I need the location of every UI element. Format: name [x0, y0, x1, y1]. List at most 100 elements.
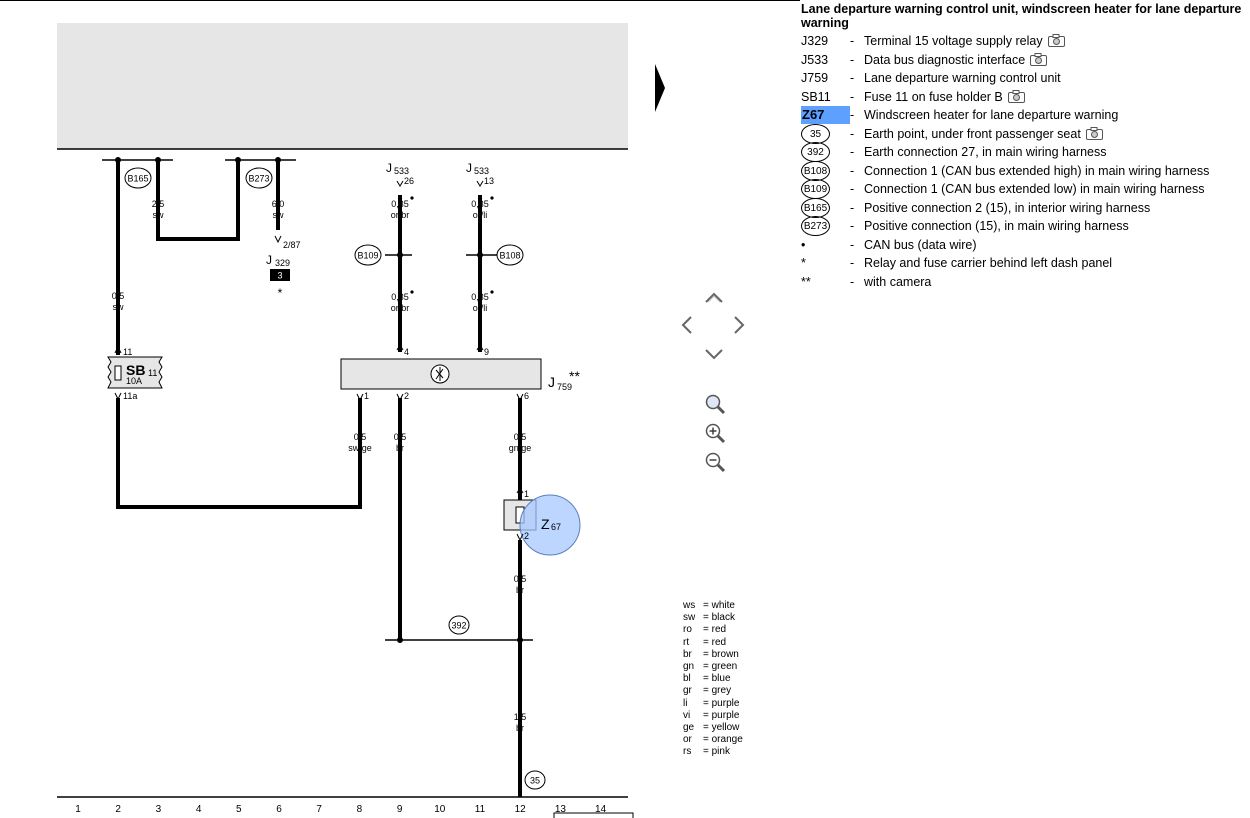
- legend-item[interactable]: J533 - Data bus diagnostic interface: [801, 51, 1246, 70]
- legend-code: •: [801, 237, 806, 252]
- color-key-item: br = brown: [683, 649, 753, 661]
- camera-icon[interactable]: [1030, 52, 1048, 71]
- legend-item[interactable]: B165 - Positive connection 2 (15), in inte…: [801, 197, 1246, 218]
- legend-item[interactable]: • - CAN bus (data wire): [801, 236, 1246, 255]
- legend-code: *: [801, 256, 806, 270]
- grid-number: 4: [196, 804, 202, 815]
- legend-item[interactable]: B109 - Connection 1 (CAN bus extended low)…: [801, 179, 1246, 199]
- pin-arrow: [516, 393, 524, 402]
- legend-description: Positive connection 2 (15), in interior …: [864, 199, 1150, 217]
- legend-separator: -: [850, 163, 855, 178]
- color-name: = red: [703, 636, 727, 648]
- color-abbr: rt: [683, 636, 690, 648]
- color-abbr: li: [683, 697, 688, 709]
- grid-number: 6: [276, 804, 282, 815]
- component-j329[interactable]: J 329: [266, 253, 290, 268]
- legend-code: J329: [801, 34, 829, 48]
- pin-label: 26: [404, 176, 414, 186]
- connector-b273[interactable]: B273: [245, 167, 273, 189]
- legend-separator: -: [850, 219, 855, 233]
- legend-item[interactable]: SB11 - Fuse 11 on fuse holder B: [801, 88, 1246, 107]
- legend-code: Z67: [801, 106, 850, 124]
- camera-icon[interactable]: [1007, 89, 1025, 108]
- svg-text:533: 533: [394, 166, 409, 176]
- color-name: = yellow: [703, 721, 740, 733]
- color-abbr: br: [683, 648, 692, 660]
- svg-text:10A: 10A: [126, 376, 142, 386]
- legend-description: Earth connection 27, in main wiring harn…: [864, 143, 1107, 161]
- next-page-arrow[interactable]: [655, 64, 665, 112]
- legend-code: B109: [801, 179, 830, 199]
- connector-b108[interactable]: B108: [496, 244, 524, 266]
- chevron-right-icon[interactable]: [732, 315, 746, 335]
- connector-b165[interactable]: B165: [124, 167, 152, 189]
- legend-separator: -: [850, 71, 855, 85]
- zoom-out-icon[interactable]: [704, 451, 726, 473]
- svg-text:392: 392: [451, 621, 466, 631]
- grid-number: 12: [515, 804, 527, 815]
- legend-code: B165: [801, 197, 830, 218]
- color-key-item: or = orange: [683, 734, 753, 746]
- pin-label: 2: [404, 391, 409, 401]
- legend-description-text: Connection 1 (CAN bus extended low) in m…: [864, 182, 1205, 196]
- zoom-fit-icon[interactable]: [704, 393, 726, 415]
- color-name: = red: [703, 624, 727, 636]
- svg-text:or/br: or/br: [391, 303, 410, 313]
- camera-icon[interactable]: [1047, 34, 1065, 52]
- legend-item[interactable]: J329 - Terminal 15 voltage supply relay: [801, 32, 1246, 51]
- legend-description: Windscreen heater for lane departure war…: [864, 106, 1118, 124]
- component-j533-b[interactable]: J 533: [466, 161, 489, 176]
- legend-code: SB11: [801, 89, 831, 104]
- color-name: = black: [703, 612, 735, 624]
- color-key-item: rt = red: [683, 637, 753, 649]
- legend-item[interactable]: ** - with camera: [801, 273, 1246, 292]
- color-abbr: ro: [683, 624, 692, 636]
- legend-separator: -: [850, 274, 855, 289]
- legend-item[interactable]: B108 - Connection 1 (CAN bus extended high…: [801, 160, 1246, 181]
- component-j759[interactable]: J 759 **: [340, 358, 580, 392]
- svg-text:or/li: or/li: [473, 210, 488, 220]
- diagram-navigation: [676, 285, 756, 485]
- camera-icon[interactable]: [1085, 126, 1103, 145]
- zoom-in-icon[interactable]: [704, 422, 726, 444]
- svg-text:sw: sw: [273, 210, 285, 220]
- fuse-sb11[interactable]: SB 11 10A: [107, 356, 163, 389]
- color-name: = brown: [703, 648, 739, 660]
- pin-label: 11: [123, 347, 132, 357]
- earth-connection-392[interactable]: 392: [448, 615, 470, 635]
- j329-location-number: 3: [277, 271, 282, 281]
- legend-item[interactable]: 35 - Earth point, under front passenger se…: [801, 123, 1246, 145]
- pin-label: 6: [524, 391, 529, 401]
- color-key-item: vi = purple: [683, 710, 753, 722]
- chevron-up-icon[interactable]: [704, 291, 724, 305]
- color-key-item: gr = grey: [683, 685, 753, 697]
- legend-title: Lane departure warning control unit, win…: [801, 2, 1242, 30]
- legend-list: J329- Terminal 15 voltage supply relay J53…: [801, 32, 1246, 291]
- legend-item[interactable]: B273 - Positive connection (15), in main w…: [801, 216, 1246, 236]
- legend-item[interactable]: 392 - Earth connection 27, in main wiring …: [801, 142, 1246, 162]
- color-abbr: ge: [683, 721, 695, 733]
- svg-text:0,35: 0,35: [471, 292, 489, 302]
- pin-arrow: [274, 235, 282, 244]
- pin-arrow: [114, 392, 122, 401]
- legend-separator: -: [850, 126, 855, 141]
- legend-item[interactable]: * - Relay and fuse carrier behind left das…: [801, 254, 1246, 273]
- legend-item[interactable]: J759 - Lane departure warning control unit: [801, 69, 1246, 88]
- chevron-down-icon[interactable]: [704, 347, 724, 361]
- legend-description: Fuse 11 on fuse holder B: [864, 88, 1025, 108]
- legend-separator: -: [850, 34, 855, 48]
- legend-description-text: Data bus diagnostic interface: [864, 52, 1026, 67]
- svg-text:sw: sw: [113, 302, 125, 312]
- chevron-left-icon[interactable]: [680, 315, 694, 335]
- legend-code: 392: [801, 142, 830, 162]
- component-j533-a[interactable]: J 533: [386, 161, 409, 176]
- legend-item[interactable]: Z67- Windscreen heater for lane departure…: [801, 106, 1246, 125]
- svg-text:1: 1: [524, 489, 529, 499]
- legend-description-text: CAN bus (data wire): [864, 237, 977, 252]
- earth-point-35[interactable]: 35: [524, 770, 546, 790]
- connector-b109[interactable]: B109: [354, 244, 382, 266]
- legend-separator: -: [850, 200, 855, 215]
- svg-text:br: br: [516, 723, 524, 733]
- component-z67[interactable]: 1 Z 67 2: [503, 487, 581, 556]
- svg-text:67: 67: [551, 522, 561, 532]
